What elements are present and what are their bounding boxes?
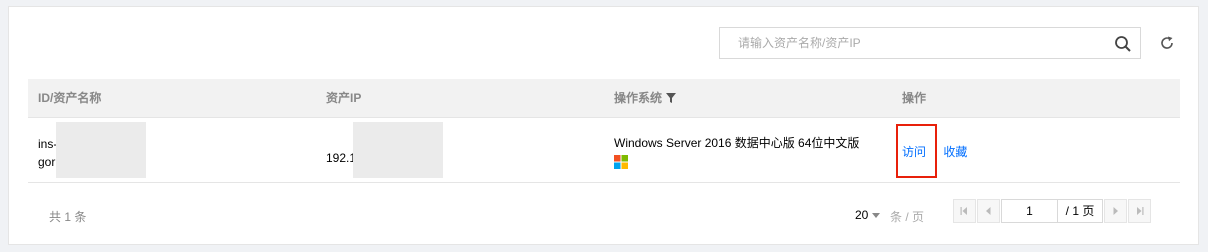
asset-id-line2: gor xyxy=(38,155,56,169)
last-page-button[interactable] xyxy=(1128,199,1151,223)
last-page-icon xyxy=(1137,207,1144,215)
caret-down-icon xyxy=(872,212,881,218)
header-os: 操作系统 xyxy=(614,79,677,117)
next-page-button[interactable] xyxy=(1104,199,1127,223)
first-page-button[interactable] xyxy=(953,199,976,223)
pagination-bar: 共 1 条 20 条 / 页 / 1 页 xyxy=(28,197,1180,233)
header-ip: 资产IP xyxy=(326,91,362,105)
redaction-mask-id xyxy=(56,122,146,178)
header-actions: 操作 xyxy=(902,91,927,105)
page-size-select[interactable]: 20 xyxy=(855,208,884,222)
filter-icon[interactable] xyxy=(666,92,677,103)
os-name: Windows Server 2016 数据中心版 64位中文版 xyxy=(614,136,860,150)
asset-id-cell: ins- gor xyxy=(38,135,57,171)
asset-ip-cell: 192.1 xyxy=(326,151,357,165)
asset-list-card: ID/资产名称 资产IP 操作系统 操作 ins- gor 192.1 Wind… xyxy=(8,6,1199,245)
search-icon[interactable] xyxy=(1114,35,1132,53)
favorite-link[interactable]: 收藏 xyxy=(943,145,967,159)
next-page-icon xyxy=(1113,207,1118,215)
asset-id-line1: ins- xyxy=(38,137,58,151)
first-page-icon xyxy=(960,207,967,215)
asset-table: ID/资产名称 资产IP 操作系统 操作 ins- gor 192.1 Wind… xyxy=(28,79,1180,183)
header-id-name: ID/资产名称 xyxy=(38,91,102,105)
os-cell: Windows Server 2016 数据中心版 64位中文版 xyxy=(614,134,859,169)
actions-cell: 访问 收藏 xyxy=(902,143,967,160)
search-input[interactable] xyxy=(720,28,1100,58)
header-os-label: 操作系统 xyxy=(614,91,663,105)
page-number-input[interactable] xyxy=(1001,199,1058,223)
refresh-icon[interactable] xyxy=(1159,35,1175,51)
redaction-mask-ip xyxy=(353,122,443,178)
table-header: ID/资产名称 资产IP 操作系统 操作 xyxy=(28,79,1180,118)
prev-page-icon xyxy=(986,207,991,215)
visit-link[interactable]: 访问 xyxy=(902,145,926,159)
per-page-label: 条 / 页 xyxy=(890,210,925,224)
search-box xyxy=(719,27,1141,59)
page-size-value: 20 xyxy=(855,208,869,222)
total-pages: / 1 页 xyxy=(1057,199,1103,223)
table-row: ins- gor 192.1 Windows Server 2016 数据中心版… xyxy=(28,118,1180,183)
windows-logo-icon xyxy=(614,155,628,169)
prev-page-button[interactable] xyxy=(977,199,1000,223)
total-count: 共 1 条 xyxy=(49,210,87,224)
